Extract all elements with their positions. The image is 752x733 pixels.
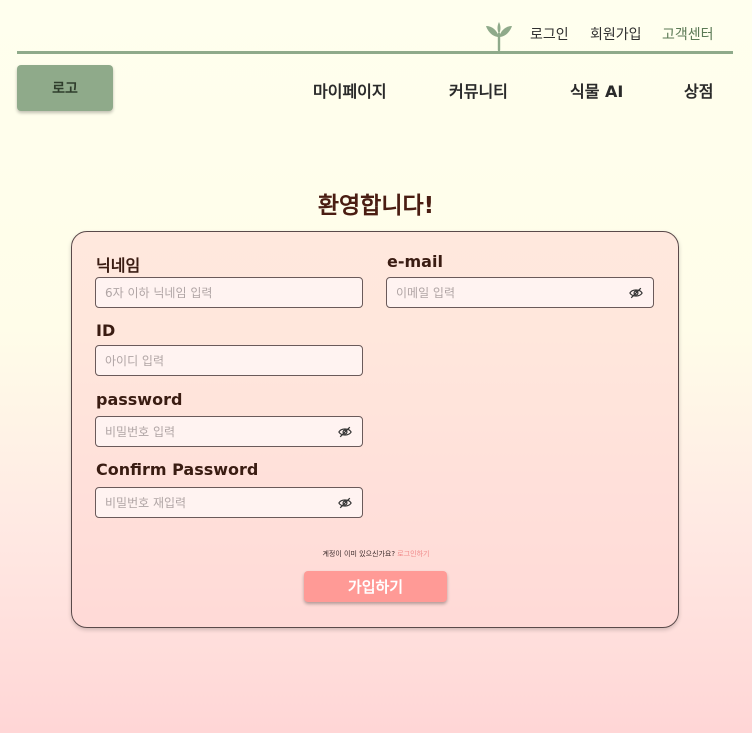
nickname-label: 닉네임 [96,256,141,275]
sprout-icon [486,22,512,51]
email-field-wrapper [386,277,654,308]
password-label: password [96,390,183,409]
email-input[interactable] [387,278,653,307]
email-label: e-mail [387,252,443,271]
confirm-password-label: Confirm Password [96,460,259,479]
top-utility-bar: 로그인 회원가입 고객센터 [17,0,733,54]
nickname-field-wrapper [95,277,363,308]
id-input[interactable] [96,346,362,375]
login-hint-link[interactable]: 로그인하기 [397,550,429,558]
id-label: ID [96,321,116,340]
nav-item-shop[interactable]: 상점 [684,78,713,102]
nickname-input[interactable] [96,278,362,307]
password-field-wrapper [95,416,363,447]
nav-item-mypage[interactable]: 마이페이지 [313,78,387,102]
nav-item-community[interactable]: 커뮤니티 [449,78,508,102]
password-input[interactable] [96,417,362,446]
login-hint-text: 계정이 이미 있으신가요? [322,550,396,558]
signup-submit-button[interactable]: 가입하기 [304,571,447,602]
confirm-password-input[interactable] [96,488,362,517]
eye-off-icon[interactable] [629,286,643,300]
signup-link[interactable]: 회원가입 [590,24,642,44]
login-hint: 계정이 이미 있으신가요? 로그인하기 [0,549,752,559]
support-link[interactable]: 고객센터 [662,24,714,44]
logo-label: 로고 [52,81,78,97]
confirm-password-field-wrapper [95,487,363,518]
page-title: 환영합니다! [317,193,435,219]
eye-off-icon[interactable] [338,425,352,439]
id-field-wrapper [95,345,363,376]
nav-item-plant-ai[interactable]: 식물 AI [570,78,623,102]
eye-off-icon[interactable] [338,496,352,510]
logo-button[interactable]: 로고 [17,65,113,111]
login-link[interactable]: 로그인 [530,24,569,44]
